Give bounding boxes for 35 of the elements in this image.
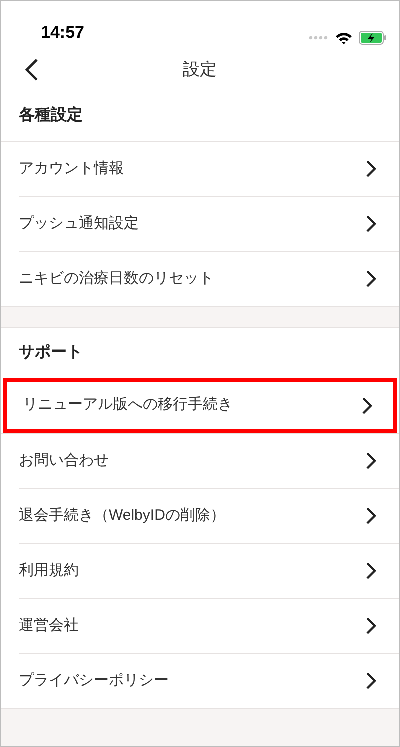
settings-row[interactable]: お問い合わせ (1, 433, 399, 488)
settings-row[interactable]: 利用規約 (19, 543, 399, 598)
chevron-icon (366, 452, 377, 470)
settings-row[interactable]: リニューアル版への移行手続き (3, 378, 397, 433)
settings-row[interactable]: ニキビの治療日数のリセット (19, 251, 399, 306)
chevron-icon (366, 617, 377, 635)
chevron-icon (366, 562, 377, 580)
chevron-icon (366, 270, 377, 288)
chevron-icon (366, 160, 377, 178)
settings-row[interactable]: アカウント情報 (1, 141, 399, 196)
battery-icon (359, 31, 387, 45)
row-label: 運営会社 (19, 616, 79, 636)
chevron-icon (362, 396, 373, 414)
screen-title: 設定 (183, 59, 217, 82)
row-label: プライバシーポリシー (19, 670, 169, 691)
signal-icon (309, 36, 329, 40)
row-label: プッシュ通知設定 (19, 214, 139, 234)
wifi-icon (335, 32, 353, 44)
settings-row[interactable]: プッシュ通知設定 (19, 196, 399, 251)
row-label: 退会手続き（WelbyIDの削除） (19, 506, 226, 526)
row-label: 利用規約 (19, 560, 79, 581)
row-label: リニューアル版への移行手続き (23, 395, 233, 416)
section-header: 各種設定 (19, 105, 83, 126)
row-label: お問い合わせ (19, 450, 109, 471)
status-time: 14:57 (41, 22, 84, 44)
settings-row[interactable]: 運営会社 (19, 598, 399, 653)
chevron-icon (366, 672, 377, 690)
chevron-icon (366, 215, 377, 233)
settings-row[interactable]: 退会手続き（WelbyIDの削除） (19, 488, 399, 543)
chevron-icon (366, 507, 377, 525)
row-label: ニキビの治療日数のリセット (19, 268, 214, 289)
section-header: サポート (19, 343, 83, 363)
row-label: アカウント情報 (19, 158, 124, 179)
settings-row[interactable]: プライバシーポリシー (19, 653, 399, 708)
back-icon (25, 58, 39, 82)
